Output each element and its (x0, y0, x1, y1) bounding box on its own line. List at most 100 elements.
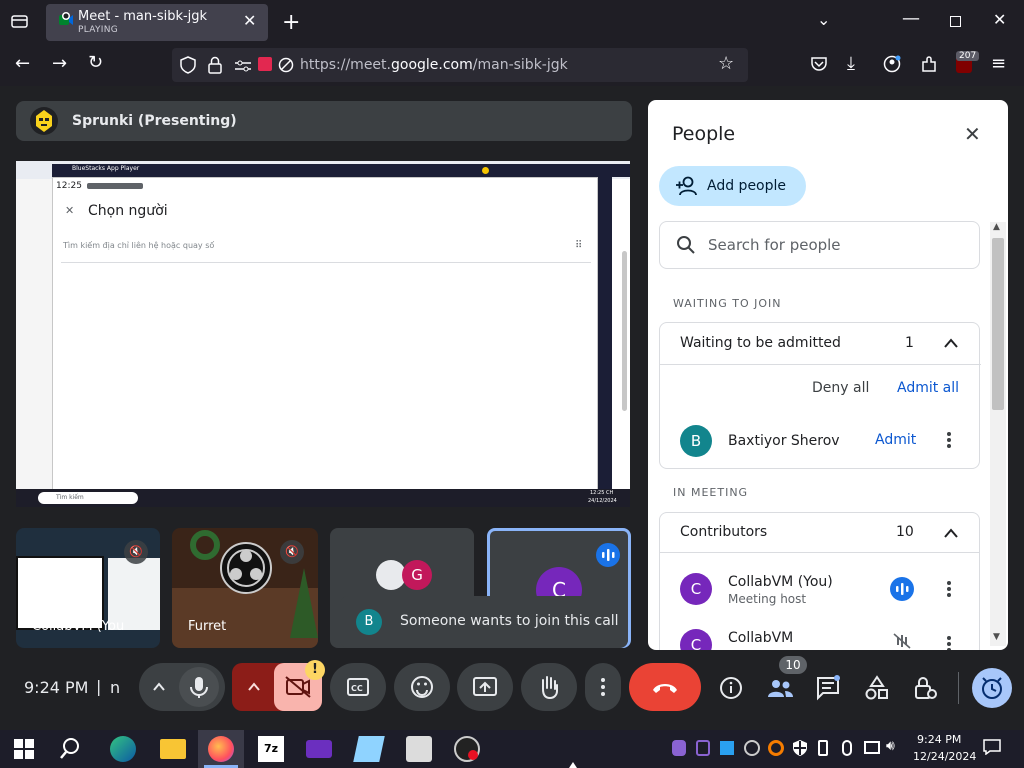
more-options-button[interactable] (585, 663, 621, 711)
shared-phone-screen: 12:25 ✕ Chọn người Tìm kiếm địa chỉ liên… (52, 177, 598, 491)
tray-app-icon[interactable] (696, 740, 710, 756)
participant-tile-furret[interactable]: 🔇 Furret (172, 528, 318, 648)
panel-scrollbar[interactable]: ▲ ▼ (990, 222, 1006, 646)
speaking-indicator-icon (890, 577, 914, 601)
lock-icon[interactable] (208, 56, 222, 74)
search-people-input[interactable]: Search for people (659, 221, 980, 269)
browser-chrome: Meet - man-sibk-jgk PLAYING ✕ + ⌄ — ✕ ← … (0, 0, 1024, 86)
restore-window-icon[interactable] (950, 16, 961, 27)
pocket-icon[interactable] (810, 56, 828, 72)
waiting-group-header[interactable]: Waiting to be admitted 1 (660, 323, 981, 365)
start-windows-icon[interactable] (14, 739, 34, 759)
meeting-code: n (110, 678, 121, 697)
add-person-icon (675, 175, 699, 197)
participant-name: CollabVM (You (32, 619, 125, 634)
video-options-chevron-icon[interactable] (246, 679, 262, 693)
collapse-chevron-icon[interactable] (942, 335, 960, 349)
account-icon[interactable] (883, 55, 901, 73)
firefox-icon[interactable] (208, 736, 234, 762)
activities-icon[interactable] (864, 675, 890, 701)
camera-warning-badge: ! (305, 660, 325, 680)
chat-icon[interactable] (815, 675, 841, 701)
leave-call-button[interactable] (629, 663, 701, 711)
waiting-person-avatar: B (680, 425, 712, 457)
taskbar-clock-time[interactable]: 9:24 PM (917, 733, 961, 746)
more-options-icon[interactable] (946, 431, 952, 449)
audio-options-chevron-icon[interactable] (151, 679, 167, 693)
add-people-button[interactable]: Add people (659, 166, 806, 206)
join-request-toast[interactable]: B Someone wants to join this call (340, 596, 628, 648)
tray-usb-icon[interactable] (818, 740, 828, 756)
taskbar-clock-date[interactable]: 12/24/2024 (913, 750, 976, 763)
meeting-time: 9:24 PM (24, 678, 89, 697)
scroll-up-icon[interactable]: ▲ (993, 222, 1000, 232)
tab-list-icon[interactable] (10, 12, 30, 30)
more-options-icon[interactable] (946, 580, 952, 598)
minimize-window-icon[interactable]: — (902, 8, 920, 29)
tray-search-icon[interactable] (768, 740, 784, 756)
close-panel-icon[interactable]: ✕ (964, 122, 981, 146)
browser-tab[interactable]: Meet - man-sibk-jgk PLAYING ✕ (46, 4, 268, 41)
timer-alarm-icon[interactable] (972, 668, 1012, 708)
camera-blocked-icon[interactable] (278, 57, 294, 73)
back-icon[interactable]: ← (15, 53, 30, 74)
people-icon[interactable] (766, 676, 794, 700)
hardware-app-icon[interactable] (406, 736, 432, 762)
svg-text:CC: CC (351, 684, 363, 693)
edge-browser-icon[interactable] (110, 736, 136, 762)
close-tab-icon[interactable]: ✕ (243, 11, 256, 30)
new-tab-icon[interactable]: + (282, 10, 300, 35)
participant-tile-you[interactable]: 🔇 CollabVM (You (16, 528, 160, 648)
tab-overflow-chevron-icon[interactable]: ⌄ (817, 10, 830, 29)
notification-center-icon[interactable] (983, 739, 1001, 756)
tray-microphone-icon[interactable] (842, 740, 852, 756)
deny-all-button[interactable]: Deny all (812, 380, 869, 396)
tray-mic-icon[interactable] (672, 740, 686, 756)
present-screen-button[interactable] (457, 663, 513, 711)
taskbar-search-icon[interactable] (60, 736, 86, 762)
7zip-icon[interactable]: 7z (258, 736, 284, 762)
tray-obs-icon[interactable] (744, 740, 760, 756)
url-text[interactable]: https://meet.google.com/man-sibk-jgk (300, 57, 568, 73)
purple-app-icon[interactable] (306, 740, 332, 758)
tray-network-icon[interactable] (864, 741, 880, 754)
forward-icon[interactable]: → (52, 53, 67, 74)
microphone-icon[interactable] (179, 667, 219, 707)
tray-blue-icon[interactable] (720, 741, 734, 755)
admit-button[interactable]: Admit (875, 432, 916, 448)
permissions-icon[interactable] (234, 58, 252, 72)
host-controls-icon[interactable] (912, 675, 938, 701)
notepad-icon[interactable] (353, 736, 385, 762)
meeting-details-icon[interactable] (718, 675, 744, 701)
scroll-down-icon[interactable]: ▼ (993, 632, 1000, 642)
admit-all-button[interactable]: Admit all (897, 380, 959, 396)
file-explorer-icon[interactable] (160, 739, 186, 759)
mouse-cursor-icon (569, 762, 577, 768)
emoji-reactions-button[interactable] (394, 663, 450, 711)
extensions-icon[interactable] (920, 55, 938, 73)
tray-shield-icon[interactable] (792, 739, 808, 757)
bookmark-star-icon[interactable]: ☆ (718, 53, 734, 74)
collapse-chevron-icon[interactable] (942, 525, 960, 539)
url-domain: google.com (391, 57, 473, 73)
contributors-count: 10 (896, 524, 914, 540)
shared-divider (61, 262, 591, 263)
member-role: Meeting host (728, 592, 807, 606)
captions-button[interactable]: CC (330, 663, 386, 711)
url-bar[interactable]: https://meet.google.com/man-sibk-jgk ☆ (172, 48, 748, 82)
downloads-icon[interactable]: ⤓ (847, 53, 855, 74)
close-window-icon[interactable]: ✕ (993, 10, 1006, 29)
shield-icon[interactable] (180, 56, 196, 74)
contributors-header[interactable]: Contributors 10 (660, 513, 979, 553)
tray-volume-icon[interactable]: 🔊︎ (886, 738, 895, 754)
screen-sharing-icon[interactable] (258, 57, 272, 71)
menu-hamburger-icon[interactable]: ≡ (991, 53, 1006, 74)
meet-favicon-icon (58, 12, 74, 28)
reload-icon[interactable]: ↻ (88, 52, 103, 73)
in-meeting-section-title: IN MEETING (673, 486, 749, 499)
scroll-thumb[interactable] (992, 238, 1004, 410)
raise-hand-button[interactable] (521, 663, 577, 711)
shared-app-title: BlueStacks App Player (72, 165, 140, 172)
more-options-icon[interactable] (946, 635, 952, 650)
shared-dialpad-icon: ⠿ (575, 240, 583, 251)
